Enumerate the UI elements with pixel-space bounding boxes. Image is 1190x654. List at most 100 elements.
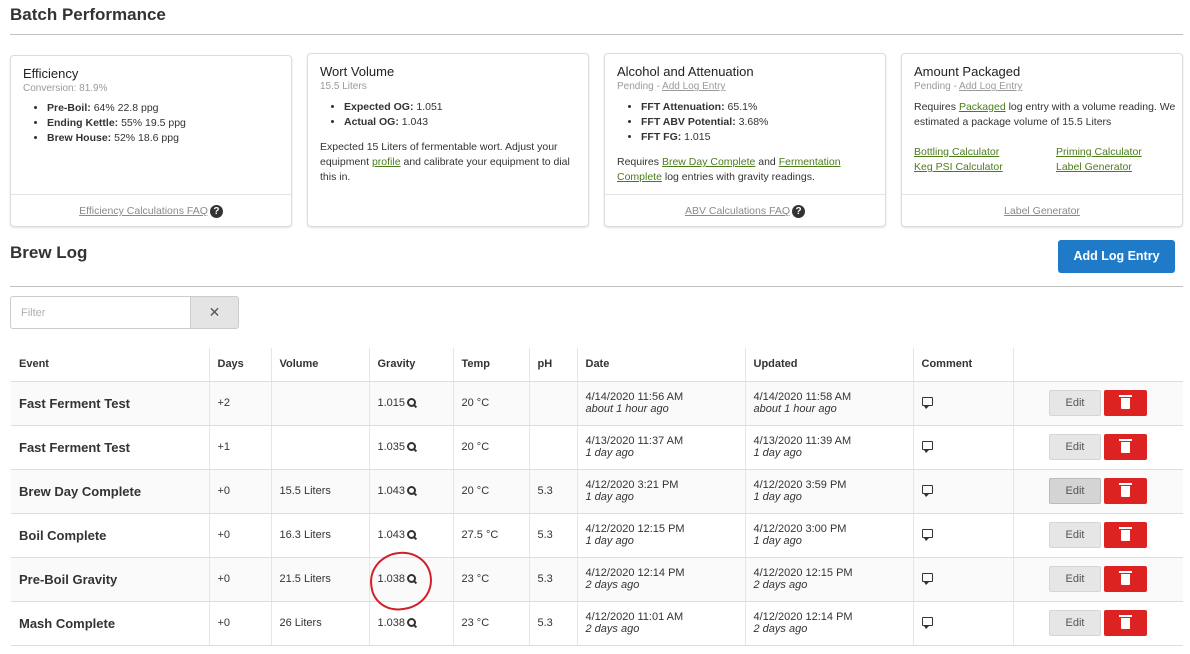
edit-button[interactable]: Edit (1049, 390, 1101, 416)
updated-value: 4/13/2020 11:39 AM (753, 435, 852, 447)
priming-calculator-link[interactable]: Priming Calculator (1056, 146, 1142, 158)
ph-cell (529, 381, 578, 426)
card-title: Alcohol and Attenuation (617, 64, 754, 79)
edit-button[interactable]: Edit (1049, 522, 1101, 548)
search-icon[interactable] (407, 398, 417, 408)
volume-cell: 26 Liters (271, 601, 370, 646)
add-log-entry-button[interactable]: Add Log Entry (1058, 240, 1175, 273)
efficiency-list: Pre-Boil: 64% 22.8 ppg Ending Kettle: 55… (23, 101, 186, 146)
comment-cell (913, 557, 1014, 602)
date-relative: 2 days ago (585, 623, 640, 635)
column-header[interactable]: Comment (913, 348, 1014, 382)
add-log-entry-link[interactable]: Add Log Entry (959, 81, 1022, 92)
ph-cell (529, 425, 578, 470)
search-icon[interactable] (407, 574, 417, 584)
temp-cell: 23 °C (453, 557, 530, 602)
delete-button[interactable] (1104, 566, 1147, 592)
event-cell: Fast Ferment Test (11, 381, 210, 426)
comment-icon[interactable] (921, 573, 933, 585)
calc-links-left: Bottling Calculator Keg PSI Calculator (914, 145, 1044, 175)
table-row: Brew Day Complete +0 15.5 Liters 1.043 20 °C… (11, 469, 1183, 514)
actions-cell: Edit (1013, 381, 1183, 426)
search-icon[interactable] (407, 530, 417, 540)
table-row: Mash Complete +0 26 Liters 1.038 23 °C 5.3 4/1… (11, 601, 1183, 646)
question-icon[interactable]: ? (209, 204, 223, 218)
actions-cell: Edit (1013, 601, 1183, 646)
column-header[interactable]: Gravity (369, 348, 454, 382)
actions-cell: Edit (1013, 513, 1183, 558)
volume-cell: 21.5 Liters (271, 557, 370, 602)
updated-relative: 1 day ago (753, 447, 802, 459)
updated-cell: 4/14/2020 11:58 AM about 1 hour ago (745, 381, 914, 426)
label-generator-footer-link[interactable]: Label Generator (1004, 205, 1080, 217)
volume-cell: 15.5 Liters (271, 469, 370, 514)
brew-day-complete-link[interactable]: Brew Day Complete (662, 156, 755, 168)
updated-relative: 1 day ago (753, 491, 802, 503)
search-icon[interactable] (407, 618, 417, 628)
delete-button[interactable] (1104, 434, 1147, 460)
gravity-cell: 1.043 (369, 469, 454, 514)
edit-button[interactable]: Edit (1049, 478, 1101, 504)
column-header[interactable]: Temp (453, 348, 530, 382)
filter-input[interactable] (10, 296, 191, 329)
add-log-entry-link[interactable]: Add Log Entry (662, 81, 725, 92)
table-row: Boil Complete +0 16.3 Liters 1.043 27.5 °C 5.… (11, 513, 1183, 558)
column-header[interactable]: Date (577, 348, 746, 382)
abv-faq-link[interactable]: ABV Calculations FAQ (685, 205, 790, 217)
packaged-link[interactable]: Packaged (959, 101, 1006, 113)
search-icon[interactable] (407, 442, 417, 452)
gravity-value: 1.038 (377, 573, 406, 585)
edit-button[interactable]: Edit (1049, 566, 1101, 592)
list-item: FFT FG: 1.015 (641, 130, 768, 145)
delete-button[interactable] (1104, 610, 1147, 636)
trash-icon (1119, 395, 1132, 409)
comment-icon[interactable] (921, 617, 933, 629)
keg-psi-calculator-link[interactable]: Keg PSI Calculator (914, 161, 1003, 173)
column-header[interactable]: Event (11, 348, 210, 382)
delete-button[interactable] (1104, 478, 1147, 504)
comment-icon[interactable] (921, 485, 933, 497)
comment-icon[interactable] (921, 441, 933, 453)
label-generator-link[interactable]: Label Generator (1056, 161, 1132, 173)
days-cell: +0 (209, 557, 272, 602)
list-item: FFT ABV Potential: 3.68% (641, 115, 768, 130)
column-header[interactable]: Updated (745, 348, 914, 382)
updated-cell: 4/12/2020 12:14 PM 2 days ago (745, 601, 914, 646)
date-cell: 4/12/2020 11:01 AM 2 days ago (577, 601, 746, 646)
list-item: Pre-Boil: 64% 22.8 ppg (47, 101, 186, 116)
event-cell: Mash Complete (11, 601, 210, 646)
card-footer: ABV Calculations FAQ? (605, 194, 885, 226)
updated-value: 4/12/2020 12:15 PM (753, 567, 853, 579)
list-item: FFT Attenuation: 65.1% (641, 100, 768, 115)
question-icon[interactable]: ? (792, 204, 806, 218)
profile-link[interactable]: profile (372, 156, 401, 168)
column-header[interactable]: Days (209, 348, 272, 382)
date-value: 4/12/2020 12:15 PM (585, 523, 685, 535)
column-header[interactable]: pH (529, 348, 578, 382)
comment-icon[interactable] (921, 529, 933, 541)
comment-cell (913, 425, 1014, 470)
date-value: 4/12/2020 3:21 PM (585, 479, 679, 491)
temp-cell: 20 °C (453, 469, 530, 514)
edit-button[interactable]: Edit (1049, 610, 1101, 636)
comment-icon[interactable] (921, 397, 933, 409)
date-value: 4/13/2020 11:37 AM (585, 435, 684, 447)
updated-cell: 4/12/2020 3:00 PM 1 day ago (745, 513, 914, 558)
search-icon[interactable] (407, 486, 417, 496)
amount-packaged-card: Amount Packaged Pending - Add Log Entry … (901, 53, 1183, 227)
bottling-calculator-link[interactable]: Bottling Calculator (914, 146, 999, 158)
card-subtitle: Pending - Add Log Entry (914, 81, 1023, 92)
efficiency-faq-link[interactable]: Efficiency Calculations FAQ (79, 205, 208, 217)
trash-icon (1119, 571, 1132, 585)
clear-filter-button[interactable]: ✕ (190, 296, 239, 329)
column-header[interactable]: Volume (271, 348, 370, 382)
section-divider (10, 34, 1183, 35)
days-cell: +2 (209, 381, 272, 426)
updated-relative: 2 days ago (753, 579, 808, 591)
gravity-value: 1.035 (377, 441, 406, 453)
edit-button[interactable]: Edit (1049, 434, 1101, 460)
delete-button[interactable] (1104, 390, 1147, 416)
updated-relative: about 1 hour ago (753, 403, 837, 415)
list-item: Brew House: 52% 18.6 ppg (47, 131, 186, 146)
delete-button[interactable] (1104, 522, 1147, 548)
